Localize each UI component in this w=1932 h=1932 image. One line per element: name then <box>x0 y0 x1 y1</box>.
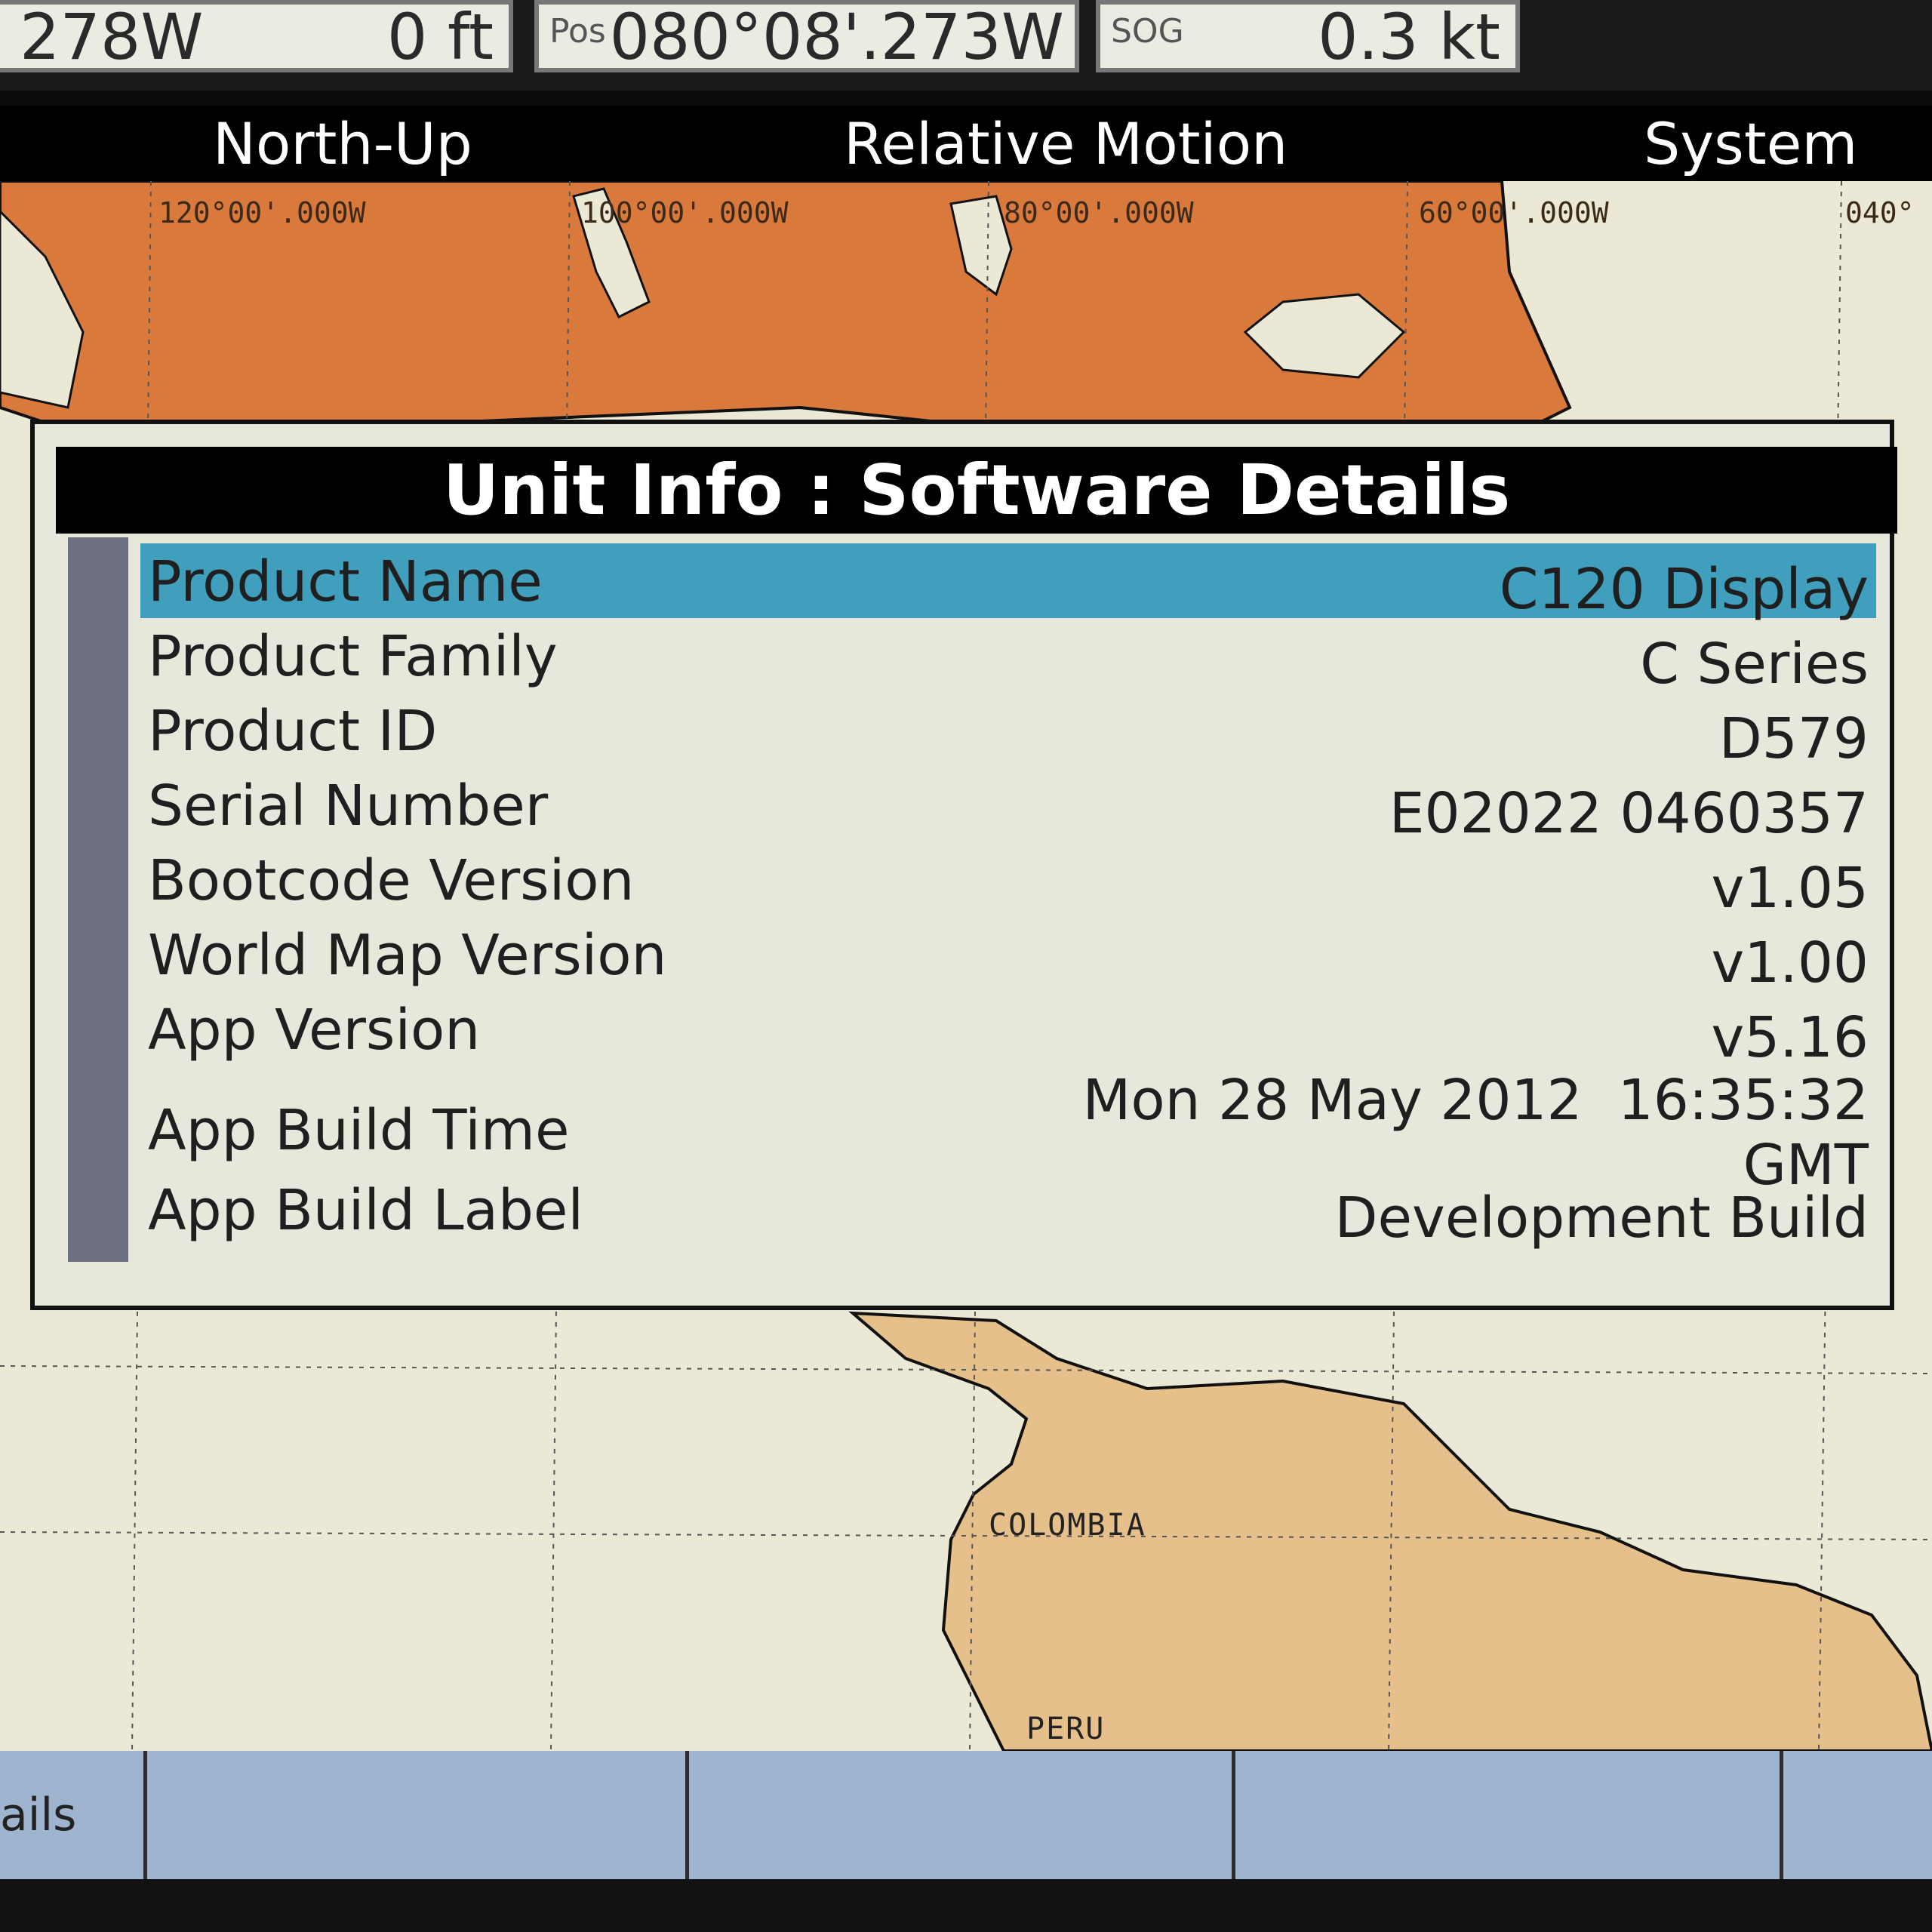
row-label: Product Family <box>148 624 558 689</box>
row-value: Development Build <box>1334 1186 1869 1251</box>
softkey-3[interactable] <box>689 1751 1235 1879</box>
software-details-list: Product Name C120 Display Product Family… <box>140 543 1876 1251</box>
softkey-label: ails <box>0 1789 77 1841</box>
chart-mode-bar: North-Up Relative Motion System <box>0 106 1932 181</box>
row-value: C Series <box>1640 632 1869 697</box>
motion-mode[interactable]: Relative Motion <box>844 110 1287 177</box>
databar-pos-label: Pos <box>549 12 606 51</box>
softkey-bar: ails <box>0 1751 1932 1879</box>
row-label: App Build Label <box>148 1178 584 1243</box>
country-label-peru: PERU <box>1026 1712 1106 1746</box>
row-label: Serial Number <box>148 774 549 838</box>
row-value: Mon 28 May 2012 16:35:32 <box>1082 1068 1869 1133</box>
lon-label-100w: 100°00'.000W <box>581 196 789 229</box>
list-item-product-id[interactable]: Product ID D579 <box>140 693 1876 771</box>
list-item-bootcode-version[interactable]: Bootcode Version v1.05 <box>140 842 1876 921</box>
row-value: v5.16 <box>1711 1005 1869 1070</box>
system-menu[interactable]: System <box>1644 110 1857 177</box>
dialog-title: Unit Info : Software Details <box>56 447 1897 534</box>
list-item-product-family[interactable]: Product Family C Series <box>140 618 1876 697</box>
row-label: Bootcode Version <box>148 848 635 913</box>
row-value: C120 Display <box>1499 557 1869 622</box>
softkey-2[interactable] <box>147 1751 689 1879</box>
databar: 278W 0 ft Pos 080°08'.273W SOG 0.3 kt <box>0 0 1932 91</box>
list-item-product-name[interactable]: Product Name C120 Display <box>140 543 1876 622</box>
databar-cell-sog: SOG 0.3 kt <box>1096 0 1520 74</box>
databar-depth-value: 0 ft <box>386 0 494 74</box>
databar-sog-label: SOG <box>1111 12 1184 51</box>
row-label: Product Name <box>148 549 543 614</box>
lon-label-80w: 80°00'.000W <box>1004 196 1194 229</box>
row-label: Product ID <box>148 699 438 764</box>
softkey-1[interactable]: ails <box>0 1751 147 1879</box>
list-item-app-build-time[interactable]: App Build Time Mon 28 May 2012 16:35:32 … <box>140 1066 1876 1198</box>
databar-cell-longitude: 278W 0 ft <box>0 0 513 74</box>
row-label: App Build Time <box>148 1098 570 1163</box>
databar-cell-position: Pos 080°08'.273W <box>534 0 1079 74</box>
list-item-serial-number[interactable]: Serial Number E02022 0460357 <box>140 768 1876 846</box>
list-item-app-version[interactable]: App Version v5.16 <box>140 992 1876 1070</box>
orientation-mode[interactable]: North-Up <box>213 110 472 177</box>
unit-info-dialog: Unit Info : Software Details Product Nam… <box>30 420 1897 1310</box>
lon-label-60w: 60°00'.000W <box>1419 196 1609 229</box>
country-label-colombia: COLOMBIA <box>989 1508 1146 1543</box>
row-value: v1.00 <box>1711 931 1869 995</box>
lon-label-40w: 040° <box>1845 196 1915 229</box>
lon-label-120w: 120°00'.000W <box>158 196 366 229</box>
row-value: v1.05 <box>1711 856 1869 921</box>
list-item-app-build-label[interactable]: App Build Label Development Build <box>140 1172 1876 1251</box>
databar-sog-value: 0.3 kt <box>1318 0 1500 74</box>
display-bezel <box>0 1879 1932 1932</box>
dialog-scrollbar[interactable] <box>68 537 128 1262</box>
row-value: E02022 0460357 <box>1389 781 1869 846</box>
list-item-world-map-version[interactable]: World Map Version v1.00 <box>140 917 1876 995</box>
row-label: App Version <box>148 998 481 1063</box>
row-value: D579 <box>1718 706 1869 771</box>
databar-pos-value: 080°08'.273W <box>609 0 1064 74</box>
softkey-4[interactable] <box>1235 1751 1783 1879</box>
row-label: World Map Version <box>148 923 667 988</box>
databar-longitude-value: 278W <box>20 0 204 74</box>
